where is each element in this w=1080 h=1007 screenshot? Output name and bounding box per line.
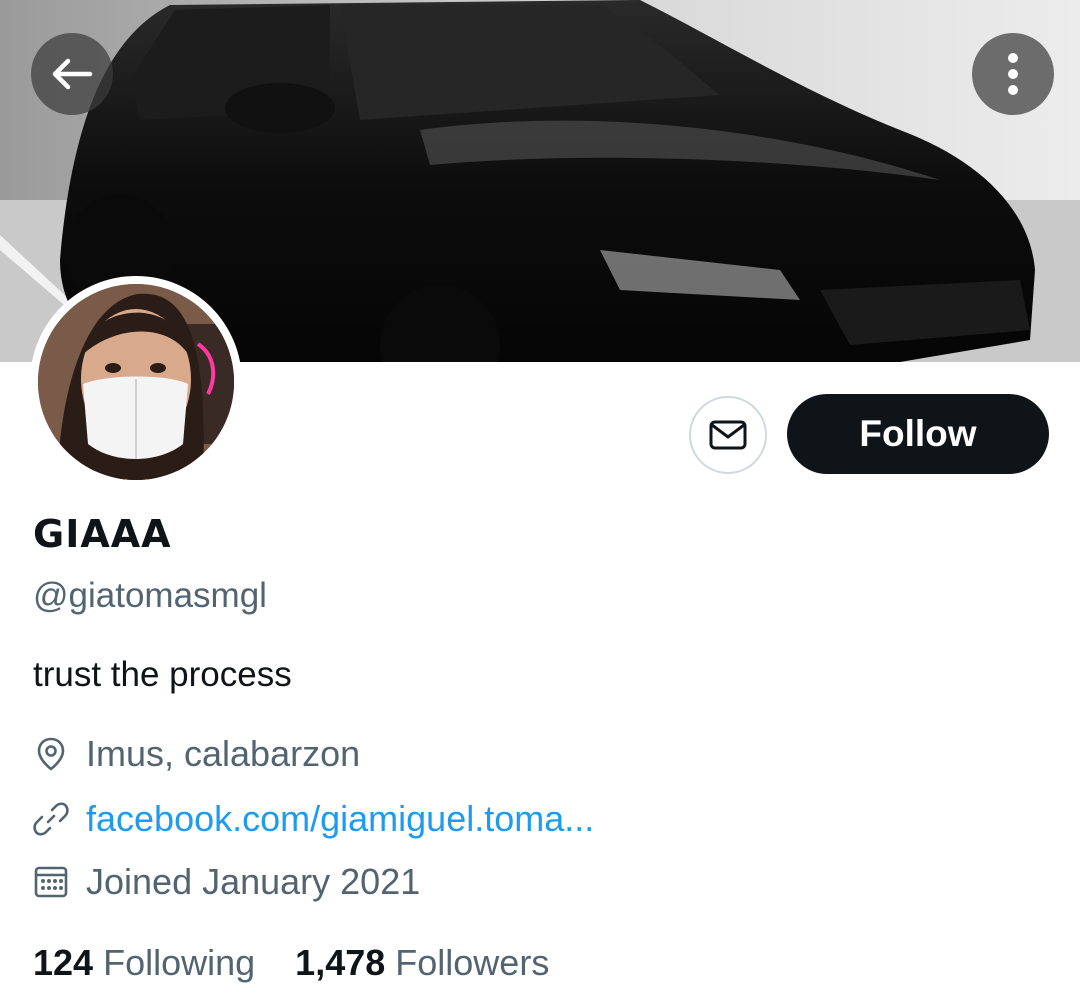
bio: trust the process [33,655,292,694]
back-button[interactable] [31,33,113,115]
following-label: Following [103,942,256,983]
more-options-button[interactable] [972,33,1054,115]
joined-row: Joined January 2021 [33,861,420,903]
location-row: Imus, calabarzon [33,733,360,775]
profile-stats: 124 Following 1,478 Followers [33,942,589,984]
follow-button[interactable]: Follow [787,394,1049,474]
followers-count: 1,478 [295,942,386,983]
followers-stat[interactable]: 1,478 Followers [295,942,549,984]
website-link[interactable]: facebook.com/giamiguel.toma... [86,798,594,840]
location-pin-icon [37,737,65,771]
location-text: Imus, calabarzon [86,733,361,774]
avatar[interactable] [30,276,242,488]
username: @giatomasmgl [33,576,267,615]
calendar-icon [34,866,68,898]
followers-label: Followers [395,942,550,983]
joined-text: Joined January 2021 [86,861,421,902]
message-button[interactable] [689,396,767,474]
link-icon [33,802,69,836]
more-vertical-icon [1008,53,1018,95]
arrow-left-icon [52,58,93,90]
envelope-icon [709,420,747,450]
following-stat[interactable]: 124 Following [33,942,255,984]
following-count: 124 [33,942,94,983]
website-row[interactable]: facebook.com/giamiguel.toma... [33,798,594,840]
display-name: GIAAA [33,512,172,556]
avatar-image [38,284,234,480]
